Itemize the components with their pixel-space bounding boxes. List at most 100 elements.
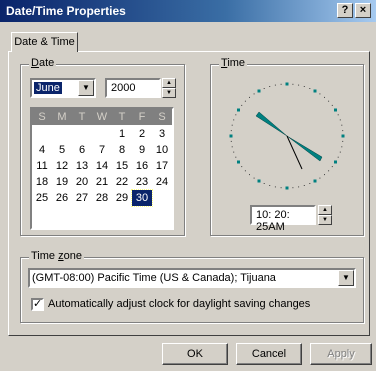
- clock-minute-mark: [324, 96, 325, 98]
- clock-minute-mark: [235, 114, 237, 116]
- clock-minute-mark: [342, 130, 344, 132]
- calendar-day[interactable]: 10: [152, 142, 172, 158]
- ok-button[interactable]: OK: [162, 343, 228, 365]
- date-time-dialog: Date/Time Properties ? × Date & Time Dat…: [0, 0, 376, 371]
- year-value: 2000: [111, 82, 136, 94]
- clock-minute-mark: [303, 86, 305, 87]
- chevron-down-icon[interactable]: ▼: [338, 270, 354, 286]
- clock-hour-mark: [237, 160, 240, 164]
- close-button[interactable]: ×: [355, 3, 371, 18]
- clock-hour-mark: [285, 186, 289, 190]
- month-value: June: [34, 82, 62, 94]
- clock-minute-mark: [231, 124, 233, 126]
- calendar-day[interactable]: 15: [112, 158, 132, 174]
- date-group-label: Date: [29, 57, 57, 69]
- calendar-day[interactable]: 28: [92, 190, 112, 206]
- calendar-day[interactable]: 5: [52, 142, 72, 158]
- clock-hour-mark: [334, 108, 337, 112]
- hour-hand: [255, 111, 288, 137]
- time-value: 10: 20: 25AM: [256, 209, 290, 233]
- clock-minute-mark: [253, 93, 255, 95]
- calendar-day[interactable]: 12: [52, 158, 72, 174]
- calendar-grid[interactable]: SMTWTFS 1 2 3 4 5 6 7 8 9 10 11 12 13 14 15 16 17 18 19 20 2…: [30, 107, 174, 230]
- timezone-select[interactable]: (GMT-08:00) Pacific Time (US & Canada); …: [28, 268, 356, 288]
- clock-minute-mark: [324, 174, 325, 176]
- clock-minute-mark: [233, 151, 235, 153]
- calendar-day[interactable]: 24: [152, 174, 172, 190]
- calendar-day[interactable]: 4: [32, 142, 52, 158]
- weekday-header: T: [78, 111, 86, 123]
- weekday-header: T: [118, 111, 126, 123]
- calendar-day-selected[interactable]: 30: [131, 189, 153, 207]
- spin-up-icon[interactable]: ▲: [162, 78, 176, 88]
- calendar-day[interactable]: 1: [112, 126, 132, 142]
- clock-minute-mark: [303, 185, 305, 186]
- spin-down-icon[interactable]: ▼: [162, 88, 176, 98]
- calendar-day[interactable]: 22: [112, 174, 132, 190]
- clock-minute-mark: [241, 166, 243, 168]
- chevron-down-icon[interactable]: ▼: [78, 80, 94, 96]
- clock-minute-mark: [249, 174, 250, 176]
- weekday-header: S: [158, 111, 166, 123]
- calendar-day[interactable]: 21: [92, 174, 112, 190]
- clock-minute-mark: [292, 83, 294, 85]
- calendar-day[interactable]: 11: [32, 158, 52, 174]
- clock-minute-mark: [230, 130, 232, 132]
- clock-minute-mark: [274, 186, 276, 188]
- clock-hour-mark: [257, 89, 261, 93]
- clock-minute-mark: [339, 151, 341, 153]
- calendar-day[interactable]: 16: [132, 158, 152, 174]
- clock-hour-mark: [313, 89, 317, 93]
- dst-label[interactable]: Automatically adjust clock for daylight …: [48, 298, 310, 310]
- clock-minute-mark: [235, 156, 237, 158]
- calendar-day[interactable]: 20: [72, 174, 92, 190]
- month-select[interactable]: June ▼: [30, 78, 96, 98]
- spin-down-icon[interactable]: ▼: [318, 215, 332, 225]
- clock-minute-mark: [244, 170, 246, 172]
- calendar-day[interactable]: 26: [52, 190, 72, 206]
- year-spinner-buttons[interactable]: ▲ ▼: [162, 78, 176, 98]
- clock-minute-mark: [309, 183, 311, 184]
- calendar-day[interactable]: 13: [72, 158, 92, 174]
- tab-date-time[interactable]: Date & Time: [11, 32, 78, 52]
- clock-minute-mark: [230, 140, 232, 142]
- calendar-day[interactable]: 7: [92, 142, 112, 158]
- calendar-day[interactable]: 6: [72, 142, 92, 158]
- calendar-day[interactable]: 9: [132, 142, 152, 158]
- spin-up-icon[interactable]: ▲: [318, 205, 332, 215]
- help-button[interactable]: ?: [337, 3, 353, 18]
- calendar-day[interactable]: 27: [72, 190, 92, 206]
- calendar-day[interactable]: 14: [92, 158, 112, 174]
- year-spinner[interactable]: 2000: [105, 78, 161, 98]
- calendar-day[interactable]: 2: [132, 126, 152, 142]
- calendar-day[interactable]: 8: [112, 142, 132, 158]
- clock-minute-mark: [309, 88, 311, 89]
- clock-hour-mark: [229, 134, 233, 138]
- clock-minute-mark: [328, 170, 330, 172]
- clock-minute-mark: [298, 84, 300, 86]
- clock-minute-mark: [249, 96, 250, 98]
- apply-button[interactable]: Apply: [310, 343, 372, 365]
- calendar-day[interactable]: 19: [52, 174, 72, 190]
- timezone-value: (GMT-08:00) Pacific Time (US & Canada); …: [32, 272, 276, 284]
- calendar-day[interactable]: 29: [112, 190, 132, 206]
- calendar-day[interactable]: 23: [132, 174, 152, 190]
- weekday-header: F: [138, 111, 146, 123]
- weekday-header: W: [96, 111, 108, 123]
- clock-minute-mark: [231, 146, 233, 148]
- clock-minute-mark: [328, 100, 330, 102]
- time-group-label: Time: [219, 57, 248, 69]
- clock-hour-mark: [257, 179, 261, 183]
- calendar-day[interactable]: 3: [152, 126, 172, 142]
- cancel-button[interactable]: Cancel: [236, 343, 302, 365]
- clock-minute-mark: [319, 93, 321, 95]
- clock-minute-mark: [244, 100, 246, 102]
- calendar-day[interactable]: 25: [32, 190, 52, 206]
- time-field[interactable]: 10: 20: 25AM: [250, 205, 316, 233]
- calendar-day[interactable]: 18: [32, 174, 52, 190]
- time-spinner-buttons[interactable]: ▲ ▼: [318, 205, 332, 225]
- timezone-group-label: Time zone: [29, 250, 84, 262]
- dst-checkbox[interactable]: ✓: [31, 298, 44, 311]
- calendar-day[interactable]: 17: [152, 158, 172, 174]
- clock-minute-mark: [263, 183, 265, 184]
